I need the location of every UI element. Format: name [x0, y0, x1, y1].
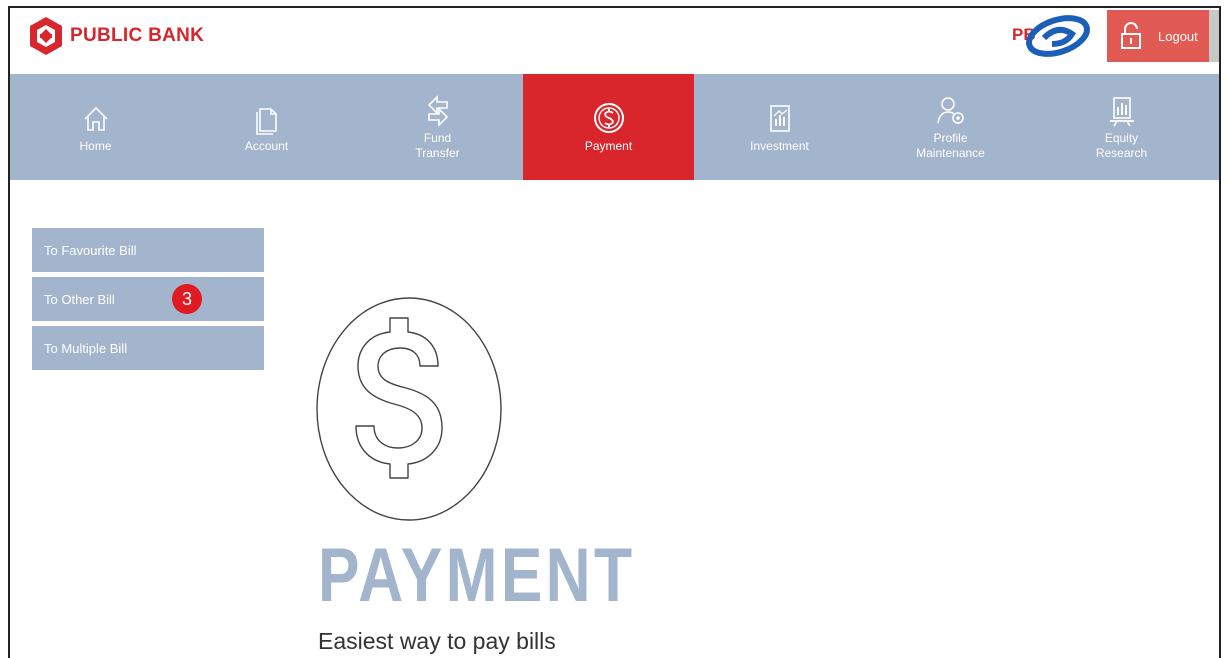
nav-item-label: Account	[244, 138, 289, 153]
logout-label: Logout	[1158, 28, 1198, 44]
logout-button[interactable]: Logout	[1107, 10, 1209, 62]
side-item-label: To Multiple Bill	[44, 340, 128, 356]
nav-item-label: Equity Research	[1095, 131, 1148, 160]
side-item-label: To Favourite Bill	[44, 242, 137, 258]
browser-frame: PUBLIC BANK PB Logout Home Account Fund Tr…	[8, 6, 1221, 658]
dollar-coin-icon	[316, 297, 502, 521]
nav-item-label: Investment	[750, 138, 809, 153]
document-icon	[255, 107, 277, 135]
transfer-icon	[427, 95, 448, 127]
nav-item-equity-research[interactable]: Equity Research	[1036, 74, 1207, 180]
lock-icon	[1121, 22, 1141, 49]
dollar-icon	[593, 102, 624, 133]
research-icon	[1109, 97, 1134, 127]
profile-gear-icon	[936, 97, 964, 124]
hero-title: PAYMENT	[318, 533, 636, 618]
nav-item-home[interactable]: Home	[10, 74, 181, 180]
nav-item-account[interactable]: Account	[181, 74, 352, 180]
side-item-label: To Other Bill	[44, 291, 115, 307]
pbe-logo-icon: PB	[1012, 15, 1090, 57]
nav-item-label: Home	[79, 138, 112, 153]
payment-side-menu: To Favourite Bill To Other Bill 3 To Mul…	[32, 228, 264, 375]
brand-name: PUBLIC BANK	[70, 25, 205, 46]
nav-item-payment[interactable]: Payment	[523, 74, 694, 180]
chart-doc-icon	[769, 104, 790, 132]
side-item-multiple-bill[interactable]: To Multiple Bill	[32, 326, 264, 370]
side-item-favourite-bill[interactable]: To Favourite Bill	[32, 228, 264, 272]
nav-item-investment[interactable]: Investment	[694, 74, 865, 180]
nav-item-label: Payment	[584, 138, 633, 153]
nav-item-label: Profile Maintenance	[916, 131, 985, 160]
scrollbar-edge	[1209, 10, 1219, 62]
home-icon	[83, 106, 108, 131]
brand[interactable]: PUBLIC BANK	[28, 16, 204, 56]
main-nav: Home Account Fund Transfer Payment Investmen…	[10, 74, 1219, 180]
side-item-other-bill[interactable]: To Other Bill 3	[32, 277, 264, 321]
step-badge: 3	[172, 284, 202, 314]
top-header: PUBLIC BANK PB Logout	[10, 8, 1219, 74]
public-bank-logo-icon	[30, 17, 62, 55]
nav-item-profile-maintenance[interactable]: Profile Maintenance	[865, 74, 1036, 180]
nav-item-fund-transfer[interactable]: Fund Transfer	[352, 74, 523, 180]
hero-subtitle: Easiest way to pay bills	[318, 628, 556, 654]
nav-item-label: Fund Transfer	[415, 131, 460, 160]
